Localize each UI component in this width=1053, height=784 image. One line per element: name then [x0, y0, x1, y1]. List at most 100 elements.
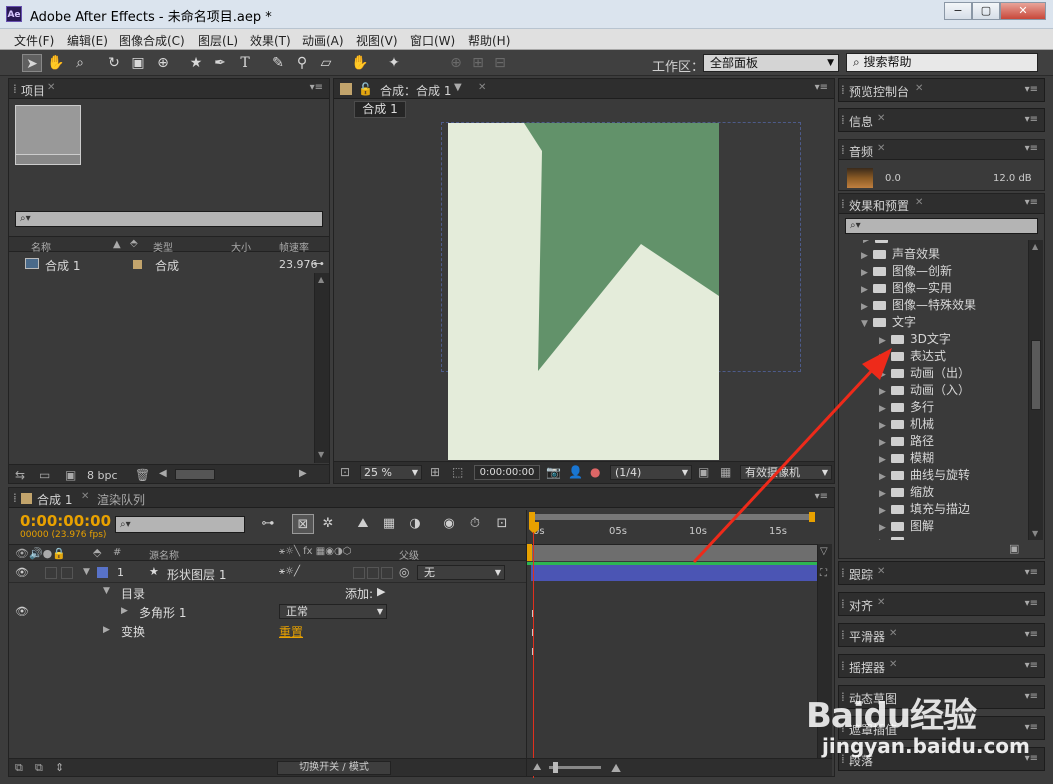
panel-menu-icon[interactable]: ▾≡ — [1025, 197, 1038, 208]
expand-layer-switches-icon[interactable]: ⧉ — [15, 761, 23, 775]
close-tab-icon[interactable]: ✕ — [915, 83, 923, 94]
panel-menu-icon[interactable]: ▾≡ — [815, 491, 828, 502]
layer-switches-icons[interactable]: ⚹☼╱ — [279, 566, 300, 577]
zoom-tool-icon[interactable]: ⌕ — [70, 54, 90, 72]
eraser-tool-icon[interactable]: ▱ — [316, 54, 336, 72]
close-tab-icon[interactable]: ✕ — [877, 113, 885, 124]
flowchart-icon[interactable]: ⊶ — [313, 257, 324, 270]
tree-item-expressions[interactable]: ▶ 表达式 — [879, 347, 946, 364]
hide-shy-layers-icon[interactable]: ⛰ — [352, 514, 374, 534]
maximize-button[interactable]: ▢ — [972, 2, 1000, 20]
tab-composition[interactable]: 合成：合成 1 — [380, 82, 451, 99]
tab-wiggler[interactable]: 摇摆器 — [849, 659, 885, 676]
minimize-button[interactable]: − — [944, 2, 972, 20]
project-search-input[interactable]: ⌕▾ — [15, 211, 323, 227]
graph-editor-icon[interactable]: ⊡ — [491, 514, 513, 534]
effects-search-input[interactable]: ⌕▾ — [845, 218, 1038, 234]
chevron-right-icon[interactable]: ▶ — [103, 625, 110, 635]
eye-icon[interactable]: 👁 — [15, 605, 29, 618]
contents-row[interactable]: ▼ 目录 添加: ▶ — [9, 583, 526, 602]
col-type[interactable]: 类型 — [153, 239, 173, 254]
puppet-pin-tool-icon[interactable]: ✦ — [384, 54, 404, 72]
tree-item-paths[interactable]: ▶ 路径 — [879, 432, 934, 449]
always-preview-icon[interactable]: ⊡ — [340, 465, 350, 479]
axis-mode-world-icon[interactable]: ⊞ — [468, 54, 488, 72]
draft-3d-icon[interactable]: ✲ — [317, 514, 339, 534]
current-timecode[interactable]: 0:00:00:00 — [20, 512, 111, 530]
col-parent[interactable]: 父级 — [399, 547, 419, 562]
pick-whip-icon[interactable]: ◎ — [399, 565, 409, 579]
comp-subtab[interactable]: 合成 1 — [354, 101, 406, 118]
panel-menu-icon[interactable]: ▾≡ — [1025, 84, 1038, 95]
camera-tool-icon[interactable]: ▣ — [128, 54, 148, 72]
time-navigator[interactable] — [531, 514, 813, 520]
zoom-out-icon[interactable]: ⛰ — [533, 762, 541, 773]
clone-stamp-tool-icon[interactable]: ⚲ — [292, 54, 312, 72]
chevron-right-icon[interactable]: ▶ — [121, 606, 128, 616]
new-folder-icon[interactable]: ▭ — [39, 468, 50, 482]
close-tab-icon[interactable]: ✕ — [877, 597, 885, 608]
tree-item-scale[interactable]: ▶ 缩放 — [879, 483, 934, 500]
expand-transfer-controls-icon[interactable]: ⧉ — [35, 761, 43, 775]
tree-item-image-creative[interactable]: ▶ 图像—创新 — [861, 262, 952, 279]
menu-edit[interactable]: 编辑(E) — [67, 32, 108, 49]
toggle-switches-modes-button[interactable]: 切换开关 / 模式 — [277, 761, 391, 775]
tab-effects-presets[interactable]: 效果和预置 — [849, 197, 909, 214]
solo-toggle[interactable] — [45, 567, 57, 579]
switch-box[interactable] — [367, 567, 379, 579]
stopwatch-icon[interactable]: ⏱ — [464, 514, 486, 534]
timeline-search-input[interactable]: ⌕▾ — [115, 516, 245, 533]
menu-window[interactable]: 窗口(W) — [410, 32, 455, 49]
tree-item-blurs[interactable]: ▶ 模糊 — [879, 449, 934, 466]
navigator-start-handle[interactable] — [529, 512, 535, 522]
work-area-start[interactable] — [527, 544, 532, 561]
frame-blending-icon[interactable]: ▦ — [378, 514, 400, 534]
close-tab-icon[interactable]: ✕ — [915, 197, 923, 208]
eye-icon[interactable]: 👁 — [15, 566, 29, 579]
pen-tool-icon[interactable]: ✒ — [210, 54, 230, 72]
col-source-name[interactable]: 源名称 — [149, 547, 179, 562]
tree-item-curves-spins[interactable]: ▶ 曲线与旋转 — [879, 466, 970, 483]
close-tab-icon[interactable]: ✕ — [889, 628, 897, 639]
brainstorm-icon[interactable]: ◉ — [438, 514, 460, 534]
col-fps[interactable]: 帧速率 — [279, 239, 309, 254]
shy-icon[interactable]: ⛶ — [820, 568, 827, 579]
new-composition-icon[interactable]: ▣ — [65, 468, 76, 482]
tab-preview[interactable]: 预览控制台 — [849, 83, 909, 100]
live-update-icon[interactable]: ⊠ — [292, 514, 314, 534]
new-preset-icon[interactable]: ▣ — [1009, 542, 1019, 555]
rotate-tool-icon[interactable]: ↻ — [104, 54, 124, 72]
interpret-footage-icon[interactable]: ⇆ — [15, 468, 25, 482]
axis-mode-local-icon[interactable]: ⊕ — [446, 54, 466, 72]
tab-align[interactable]: 对齐 — [849, 597, 873, 614]
panel-menu-icon[interactable]: ▾≡ — [1025, 691, 1038, 702]
close-tab-icon[interactable]: ✕ — [47, 82, 55, 93]
menu-layer[interactable]: 图层(L) — [198, 32, 238, 49]
transparency-grid-icon[interactable]: ▦ — [720, 465, 731, 479]
tree-item-image-special[interactable]: ▶ 图像—特殊效果 — [861, 296, 976, 313]
panel-menu-icon[interactable]: ▾≡ — [1025, 660, 1038, 671]
tree-item-multiline[interactable]: ▶ 多行 — [879, 398, 934, 415]
tree-item-image-utility[interactable]: ▶ 图像—实用 — [861, 279, 952, 296]
motion-blur-icon[interactable]: ◑ — [404, 514, 426, 534]
snapshot-icon[interactable]: 📷 — [546, 465, 561, 479]
sort-icon[interactable]: ▲ — [113, 239, 121, 250]
tab-tracker[interactable]: 跟踪 — [849, 566, 873, 583]
close-tab-icon[interactable]: ✕ — [877, 566, 885, 577]
tab-audio[interactable]: 音频 — [849, 143, 873, 160]
label-tag-icon[interactable]: ⬘ — [93, 546, 101, 559]
menu-effect[interactable]: 效果(T) — [250, 32, 291, 49]
bit-depth-button[interactable]: 8 bpc — [87, 469, 118, 482]
pan-behind-tool-icon[interactable]: ⊕ — [153, 54, 173, 72]
menu-composition[interactable]: 图像合成(C) — [119, 32, 185, 49]
panel-menu-icon[interactable]: ▾≡ — [815, 82, 828, 93]
brush-tool-icon[interactable]: ✎ — [268, 54, 288, 72]
menu-animation[interactable]: 动画(A) — [302, 32, 344, 49]
work-area-bar[interactable] — [527, 544, 817, 561]
lock-icon[interactable]: 🔓 — [358, 82, 373, 96]
tree-item-sound[interactable]: ▶ 声音效果 — [861, 245, 940, 262]
tab-project[interactable]: 项目 — [21, 82, 45, 99]
show-snapshot-icon[interactable]: 👤 — [568, 465, 583, 479]
close-tab-icon[interactable]: ✕ — [81, 491, 89, 502]
expand-in-out-icon[interactable]: ⇕ — [55, 761, 64, 774]
